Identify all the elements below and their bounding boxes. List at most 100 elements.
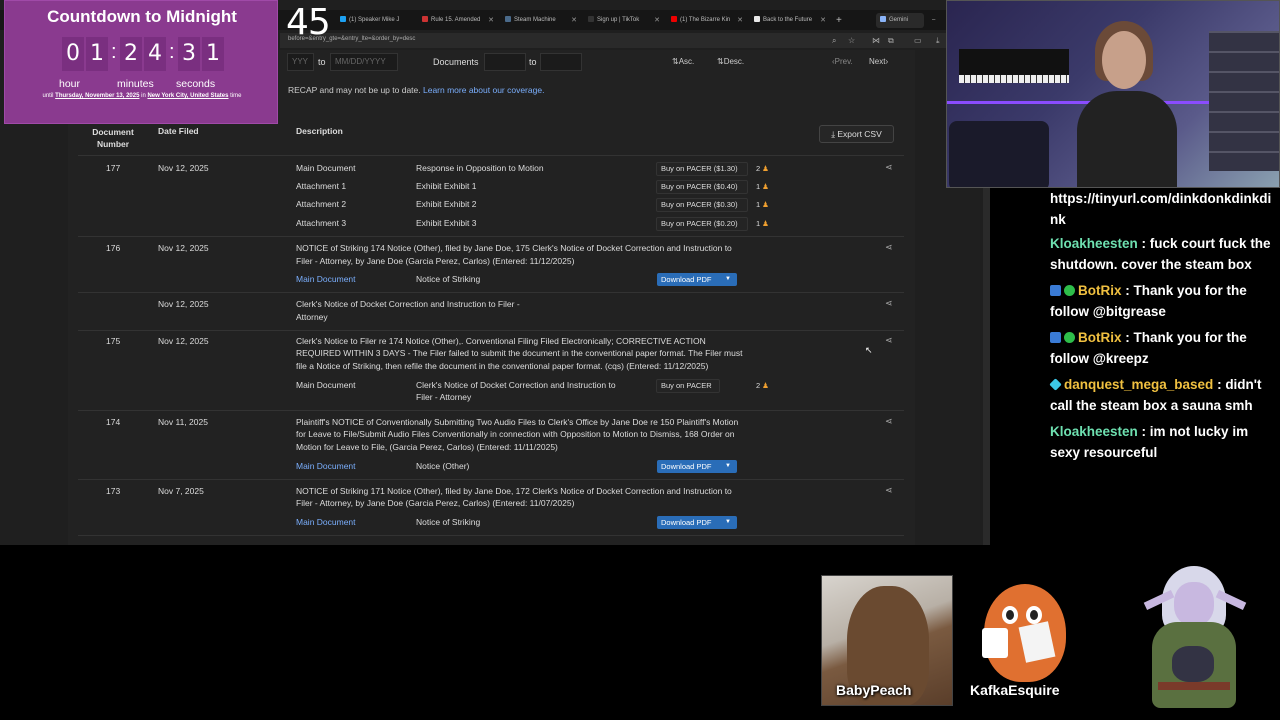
- entry-number: 175: [106, 336, 121, 346]
- countdown-until: until Thursday, November 13, 2025 in New…: [42, 93, 242, 99]
- address-bar[interactable]: before=&entry_gte=&entry_lte=&order_by=d…: [280, 33, 990, 48]
- share-icon[interactable]: ⋖: [885, 298, 893, 309]
- coverage-link[interactable]: Learn more about our coverage.: [423, 85, 544, 95]
- buy-on-pacer-button[interactable]: Buy on PACER ($0.40): [656, 180, 748, 194]
- to-label: to: [318, 57, 326, 67]
- share-icon[interactable]: ⋖: [885, 162, 893, 173]
- doc-description: Exhibit Exhibit 1: [416, 181, 477, 191]
- share-icon[interactable]: ⋖: [885, 335, 893, 346]
- export-csv-button[interactable]: ⤓ Export CSV: [819, 125, 894, 143]
- entry-text: Attorney: [296, 312, 328, 322]
- verified-badge-icon: [1064, 332, 1075, 343]
- doc-count: 2 ♟: [756, 164, 769, 173]
- coverage-notice: RECAP and may not be up to date. Learn m…: [288, 85, 545, 95]
- chat-username[interactable]: Kloakheesten: [1050, 236, 1138, 251]
- entry-date: Nov 12, 2025: [158, 336, 209, 346]
- sort-icon: ⇅: [717, 57, 724, 66]
- doc-count: 1 ♟: [756, 200, 769, 209]
- twitter-icon: [340, 16, 346, 22]
- prev-page-button[interactable]: ‹Prev.: [832, 55, 853, 69]
- cat-image: [1172, 646, 1214, 682]
- date-to-input[interactable]: MM/DD/YYYY: [330, 53, 398, 71]
- download-icon: ⤓: [831, 129, 835, 139]
- row-divider: [78, 330, 904, 331]
- chat-username[interactable]: BotRix: [1078, 330, 1122, 345]
- overlay-number: 45: [286, 2, 331, 43]
- download-icon[interactable]: ⤓: [936, 36, 940, 46]
- sort-asc-button[interactable]: ⇅Asc.: [672, 55, 694, 69]
- row-divider: [78, 479, 904, 480]
- header-description: Description: [296, 126, 343, 136]
- date-from-input[interactable]: YYY: [287, 53, 314, 71]
- documents-label: Documents: [433, 57, 479, 67]
- caret-down-icon: ▼: [725, 276, 731, 282]
- share-icon[interactable]: ⋖: [885, 416, 893, 427]
- chat-username[interactable]: danquest_mega_based: [1064, 377, 1213, 392]
- unit-hour: hour: [59, 78, 81, 90]
- browser-tab[interactable]: (1) Speaker Mike J: [340, 13, 408, 28]
- site-icon: [422, 16, 428, 22]
- close-tab-icon[interactable]: ✕: [654, 13, 660, 28]
- main-document-link[interactable]: Main Document: [296, 460, 356, 473]
- doc-description: Exhibit Exhibit 2: [416, 199, 477, 209]
- tab-label: (1) Speaker Mike J: [349, 17, 400, 23]
- chevron-right-icon: ›: [885, 57, 889, 66]
- bookmark-star-icon[interactable]: ☆: [848, 36, 855, 45]
- browser-tab[interactable]: Sign up | TikTok ✕: [588, 13, 660, 28]
- share-icon[interactable]: ⋖: [885, 242, 893, 253]
- doc-part: Attachment 3: [296, 218, 347, 228]
- row-divider: [78, 535, 904, 536]
- extension-icon[interactable]: ⋈: [872, 36, 880, 45]
- doc-description: Filer - Attorney: [416, 392, 472, 402]
- buy-on-pacer-button[interactable]: Buy on PACER ($0.30): [656, 198, 748, 212]
- close-tab-icon[interactable]: ✕: [820, 13, 826, 28]
- chat-username[interactable]: BotRix: [1078, 283, 1122, 298]
- tab-label: Back to the Future: [763, 17, 813, 23]
- download-pdf-button[interactable]: Download PDF ▼: [657, 273, 737, 286]
- header-date-filed: Date Filed: [158, 126, 199, 136]
- browser-tab[interactable]: Steam Machine ✕: [505, 13, 577, 28]
- sidebar-icon[interactable]: ▭: [914, 36, 922, 45]
- close-tab-icon[interactable]: ✕: [488, 13, 494, 28]
- entry-text: REQUIRED WITHIN 3 DAYS - The Filer faile…: [296, 348, 743, 358]
- caret-down-icon: ▼: [725, 519, 731, 525]
- browser-tab[interactable]: Rule 15. Amended ✕: [422, 13, 494, 28]
- new-tab-button[interactable]: +: [836, 13, 846, 28]
- chat-message: Kloakheesten : im not lucky im sexy reso…: [1050, 424, 1249, 460]
- browser-tab[interactable]: Back to the Future ✕: [754, 13, 826, 28]
- download-pdf-button[interactable]: Download PDF ▼: [657, 516, 737, 529]
- main-document-link[interactable]: Main Document: [296, 516, 356, 529]
- avatar-name: BabyPeach: [836, 682, 912, 698]
- browser-tab[interactable]: (1) The Bizarre Kin ✕: [671, 13, 743, 28]
- buy-on-pacer-button[interactable]: Buy on PACER ($1.30): [656, 162, 748, 176]
- entry-text: NOTICE of Striking 174 Notice (Other), f…: [296, 243, 732, 253]
- pin-icon: ♟: [762, 381, 769, 390]
- close-tab-icon[interactable]: ✕: [571, 13, 577, 28]
- documents-from-input[interactable]: [484, 53, 526, 71]
- doc-count: 1 ♟: [756, 219, 769, 228]
- main-document-link[interactable]: Main Document: [296, 273, 356, 286]
- bot-badge-icon: [1050, 332, 1061, 343]
- minimize-icon[interactable]: –: [932, 13, 940, 28]
- chat-message: Kloakheesten : fuck court fuck the shutd…: [1050, 236, 1271, 272]
- browser-tab-gemini[interactable]: Gemini: [876, 13, 924, 28]
- puzzle-icon[interactable]: ⧉: [888, 36, 894, 46]
- entry-text: Clerk's Notice to Filer re 174 Notice (O…: [296, 336, 706, 346]
- entry-date: Nov 7, 2025: [158, 486, 204, 496]
- chat-username[interactable]: Kloakheesten: [1050, 424, 1138, 439]
- buy-on-pacer-button[interactable]: Buy on PACER: [656, 379, 720, 393]
- countdown-digit: 3: [178, 37, 200, 71]
- next-page-button[interactable]: Next›: [869, 55, 888, 69]
- search-icon[interactable]: ⌕: [832, 36, 836, 46]
- sort-desc-button[interactable]: ⇅Desc.: [717, 55, 744, 69]
- countdown-digit: 4: [144, 37, 166, 71]
- pin-icon: ♟: [762, 164, 769, 173]
- entry-text: Motion for Leave to File, (Garcia Perez,…: [296, 442, 558, 452]
- download-pdf-button[interactable]: Download PDF ▼: [657, 460, 737, 473]
- piano-image: [959, 49, 1069, 75]
- documents-to-input[interactable]: [540, 53, 582, 71]
- close-tab-icon[interactable]: ✕: [737, 13, 743, 28]
- doc-count: 2 ♟: [756, 381, 769, 390]
- buy-on-pacer-button[interactable]: Buy on PACER ($0.20): [656, 217, 748, 231]
- share-icon[interactable]: ⋖: [885, 485, 893, 496]
